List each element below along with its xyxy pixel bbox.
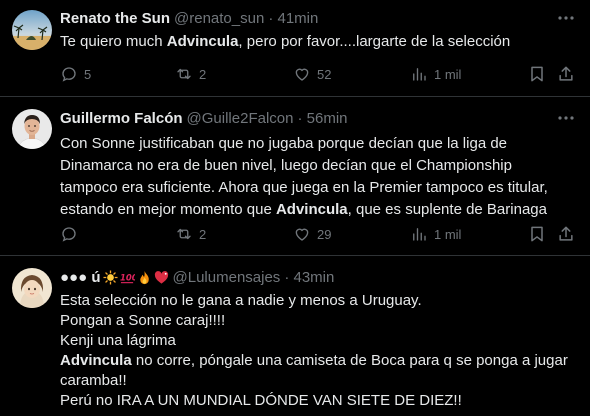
- more-options-icon[interactable]: [556, 8, 576, 28]
- timestamp[interactable]: · 56min: [297, 110, 347, 127]
- bold-name: Advincula: [275, 201, 348, 218]
- svg-text:100: 100: [120, 272, 135, 282]
- repost-count: 2: [199, 226, 207, 242]
- views-icon: [413, 228, 426, 241]
- bookmark-icon[interactable]: [527, 64, 547, 84]
- like-button[interactable]: 29: [293, 224, 331, 244]
- tweet[interactable]: Renato the Sun @renato_sun · 41min Te qu…: [0, 0, 590, 97]
- tweet-text: Te quiero much Advincula, pero por favor…: [60, 33, 511, 50]
- text-line: Esta selección no le gana a nadie y meno…: [60, 292, 422, 309]
- repost-button[interactable]: 2: [175, 64, 206, 84]
- more-options-icon[interactable]: [556, 108, 576, 128]
- like-count: 29: [317, 226, 332, 242]
- text-line: caramba!!: [60, 372, 127, 389]
- repost-icon: [177, 228, 191, 240]
- sun-emoji-icon: [102, 269, 118, 285]
- avatar[interactable]: [12, 268, 52, 308]
- tweet-header: ●●● ú 100 @Lulumensajes · 43min: [60, 267, 334, 287]
- reply-count: 5: [84, 66, 92, 82]
- reply-icon: [62, 227, 76, 242]
- text-line: Advincula no corre, póngale una camiseta…: [60, 352, 568, 369]
- tweet-header: Renato the Sun @renato_sun · 41min: [60, 8, 318, 28]
- repost-count: 2: [199, 66, 207, 82]
- views-button[interactable]: 1 mil: [410, 224, 461, 244]
- bold-name: Advincula: [166, 33, 239, 50]
- avatar[interactable]: [12, 109, 52, 149]
- repost-button[interactable]: 2: [175, 224, 206, 244]
- views-icon: [413, 68, 426, 81]
- fire-emoji-icon: [139, 270, 149, 284]
- share-icon[interactable]: [556, 64, 576, 84]
- reply-button[interactable]: [60, 224, 84, 244]
- avatar[interactable]: [12, 10, 52, 50]
- share-icon[interactable]: [556, 224, 576, 244]
- text-line: tampoco era suficiente. Ahora que juega …: [60, 179, 548, 196]
- text-line: estando en mejor momento que Advincula, …: [60, 201, 547, 218]
- text-line: Perú no IRA A UN MUNDIAL DÓNDE VAN SIETE…: [60, 392, 462, 409]
- text-line: Dinamarca no era de buen nivel, luego de…: [60, 157, 512, 174]
- text-line: Pongan a Sonne caraj!!!!: [60, 312, 226, 329]
- display-name[interactable]: ●●● ú: [60, 269, 101, 286]
- text-line: Con Sonne justificaban que no jugaba por…: [60, 135, 508, 152]
- timestamp[interactable]: · 43min: [284, 269, 334, 286]
- tweet[interactable]: Guillermo Falcón @Guille2Falcon · 56min …: [0, 97, 590, 256]
- handle[interactable]: @renato_sun: [174, 10, 264, 27]
- reply-icon: [62, 67, 76, 82]
- handle[interactable]: @Lulumensajes: [173, 269, 281, 286]
- tweet-actions: 5 2 52 1 mil: [60, 64, 580, 84]
- views-button[interactable]: 1 mil: [410, 64, 461, 84]
- tweet-header: Guillermo Falcón @Guille2Falcon · 56min: [60, 108, 348, 128]
- tweet-text: Esta selección no le gana a nadie y meno…: [60, 291, 580, 411]
- view-count: 1 mil: [434, 226, 462, 242]
- text-line: Kenji una lágrima: [60, 332, 176, 349]
- hundred-emoji-icon: 100: [120, 272, 135, 283]
- display-name[interactable]: Renato the Sun: [60, 10, 170, 27]
- repost-icon: [177, 68, 191, 80]
- tweet-text: Con Sonne justificaban que no jugaba por…: [60, 133, 580, 221]
- view-count: 1 mil: [434, 66, 462, 82]
- handle[interactable]: @Guille2Falcon: [187, 110, 294, 127]
- bookmark-icon[interactable]: [527, 224, 547, 244]
- display-name[interactable]: Guillermo Falcón: [60, 110, 183, 127]
- tweet-actions: 2 29 1 mil: [60, 224, 580, 244]
- tweet[interactable]: ●●● ú 100 @Lulumensajes · 43min Esta sel…: [0, 256, 590, 416]
- timestamp[interactable]: · 41min: [268, 10, 318, 27]
- reply-button[interactable]: 5: [60, 64, 91, 84]
- like-count: 52: [317, 66, 332, 82]
- bold-name: Advincula: [60, 352, 132, 369]
- heart-icon: [295, 228, 309, 241]
- heart-emoji-icon: [154, 270, 168, 284]
- like-button[interactable]: 52: [293, 64, 331, 84]
- heart-icon: [295, 68, 309, 81]
